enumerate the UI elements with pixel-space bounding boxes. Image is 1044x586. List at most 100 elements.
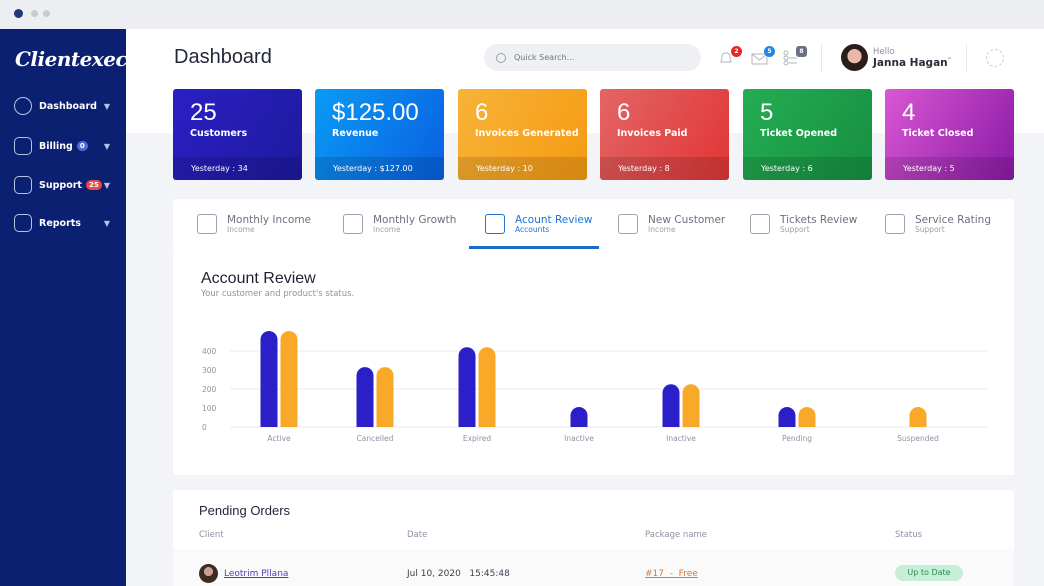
search-input[interactable] — [514, 53, 674, 62]
y-tick-label: 0 — [202, 423, 207, 432]
growth-chart-icon — [343, 214, 363, 234]
stat-card-invoices-paid[interactable]: 6 Invoices Paid Yesterday : 8 — [600, 89, 729, 180]
account-review-icon — [485, 214, 505, 234]
tab-subtitle: Accounts — [515, 225, 550, 234]
notifications-badge: 2 — [731, 46, 742, 57]
x-tick-label: Cancelled — [357, 434, 394, 443]
x-tick-label: Inactive — [564, 434, 594, 443]
window-dot[interactable] — [43, 10, 50, 17]
x-tick-label: Pending — [782, 434, 812, 443]
divider — [821, 44, 822, 72]
calendar-icon — [197, 214, 217, 234]
stat-yesterday: Yesterday : 34 — [173, 157, 302, 180]
tab-tickets-review[interactable]: Tickets Review Support — [750, 199, 857, 249]
bar-chart: 0 100 200 300 400 Active Cancelled Expired Inact… — [202, 331, 988, 443]
stat-card-ticket-opened[interactable]: 5 Ticket Opened Yesterday : 6 — [743, 89, 872, 180]
bar-cancelled-series-1[interactable] — [356, 367, 374, 427]
stat-value: 25 — [190, 99, 217, 126]
tab-monthly-growth[interactable]: Monthly Growth Income — [343, 199, 456, 249]
chevron-down-icon: ▼ — [103, 141, 110, 151]
y-tick-label: 100 — [202, 404, 217, 413]
window-dot-active[interactable] — [14, 9, 23, 18]
user-avatar[interactable] — [841, 44, 868, 71]
chevron-down-icon: ▼ — [103, 180, 110, 190]
order-date: Jul 10, 2020 15:45:48 — [407, 569, 510, 579]
user-name[interactable]: Janna Hagan — [873, 57, 948, 69]
bar-suspended-series-2[interactable] — [909, 407, 927, 427]
stat-yesterday: Yesterday : 5 — [885, 157, 1014, 180]
stat-value: $125.00 — [332, 99, 419, 126]
divider — [966, 44, 967, 72]
stat-yesterday: Yesterday : 10 — [458, 157, 587, 180]
stat-card-invoices-generated[interactable]: 6 Invoices Generated Yesterday : 10 — [458, 89, 587, 180]
tab-subtitle: Support — [780, 225, 810, 234]
bar-expired-series-2[interactable] — [478, 347, 496, 427]
stat-yesterday: Yesterday : 8 — [600, 157, 729, 180]
messages-badge: 5 — [764, 46, 775, 57]
search-box[interactable] — [484, 44, 701, 71]
stat-value: 4 — [902, 99, 916, 126]
stat-yesterday: Yesterday : 6 — [743, 157, 872, 180]
sidebar: Clientexec Dashboard ▼ Billing 0 ▼ Suppo… — [0, 29, 128, 586]
sidebar-item-reports[interactable]: Reports ▼ — [14, 212, 114, 234]
column-header-package[interactable]: Package name — [645, 530, 707, 540]
sidebar-item-support[interactable]: Support 25 ▼ — [14, 174, 114, 196]
bar-active-series-1[interactable] — [260, 331, 278, 427]
bar-expired-series-1[interactable] — [458, 347, 476, 427]
window-dot[interactable] — [31, 10, 38, 17]
column-header-client[interactable]: Client — [199, 530, 224, 540]
messages-button[interactable]: 5 — [751, 46, 775, 66]
bar-inactive-series-2[interactable] — [682, 384, 700, 427]
chevron-down-icon[interactable]: ⌄ — [946, 52, 953, 61]
stat-card-revenue[interactable]: $125.00 Revenue Yesterday : $127.00 — [315, 89, 444, 180]
package-link[interactable]: #17 - Free — [645, 569, 698, 579]
sidebar-item-label: Support — [39, 179, 82, 191]
sidebar-item-dashboard[interactable]: Dashboard ▼ — [14, 95, 114, 117]
stat-label: Ticket Opened — [760, 128, 838, 139]
billing-badge: 0 — [76, 141, 88, 151]
tab-subtitle: Income — [373, 225, 401, 234]
y-tick-label: 400 — [202, 347, 217, 356]
support-icon — [14, 176, 32, 194]
tab-acount-review[interactable]: Acount Review Accounts — [485, 199, 592, 249]
bar-inactive-series-1[interactable] — [570, 407, 588, 427]
column-header-date[interactable]: Date — [407, 530, 427, 540]
client-link[interactable]: Leotrim Pllana — [224, 569, 288, 579]
tasks-button[interactable]: 8 — [783, 46, 807, 66]
bar-cancelled-series-2[interactable] — [376, 367, 394, 427]
tab-subtitle: Support — [915, 225, 945, 234]
stat-card-customers[interactable]: 25 Customers Yesterday : 34 — [173, 89, 302, 180]
stat-label: Invoices Generated — [475, 128, 579, 139]
stat-value: 6 — [475, 99, 489, 126]
stat-label: Ticket Closed — [902, 128, 974, 139]
bar-active-series-2[interactable] — [280, 331, 298, 427]
gear-icon[interactable] — [986, 49, 1004, 67]
column-header-status[interactable]: Status — [895, 530, 922, 540]
support-badge: 25 — [85, 180, 102, 190]
client-avatar — [199, 564, 218, 583]
x-tick-label: Active — [267, 434, 291, 443]
chart-title: Account Review — [201, 270, 316, 287]
tasks-badge: 8 — [796, 46, 807, 57]
status-badge: Up to Date — [895, 565, 963, 581]
y-tick-label: 200 — [202, 385, 217, 394]
bar-pending-series-1[interactable] — [778, 407, 796, 427]
stat-value: 6 — [617, 99, 631, 126]
sidebar-item-billing[interactable]: Billing 0 ▼ — [14, 135, 114, 157]
stat-card-ticket-closed[interactable]: 4 Ticket Closed Yesterday : 5 — [885, 89, 1014, 180]
logo[interactable]: Clientexec — [15, 47, 128, 71]
tab-monthly-income[interactable]: Monthly Income Income — [197, 199, 311, 249]
stat-value: 5 — [760, 99, 774, 126]
ticket-icon — [750, 214, 770, 234]
notifications-button[interactable]: 2 — [718, 46, 742, 66]
tab-service-rating[interactable]: Service Rating Support — [885, 199, 991, 249]
user-greeting: Hello — [873, 47, 895, 57]
sidebar-item-label: Reports — [39, 217, 81, 229]
tab-new-customer[interactable]: New Customer Income — [618, 199, 725, 249]
x-tick-label: Suspended — [897, 434, 939, 443]
bar-pending-series-2[interactable] — [798, 407, 816, 427]
stat-yesterday: Yesterday : $127.00 — [315, 157, 444, 180]
new-customer-icon — [618, 214, 638, 234]
x-tick-label: Expired — [463, 434, 492, 443]
bar-inactive-series-1[interactable] — [662, 384, 680, 427]
